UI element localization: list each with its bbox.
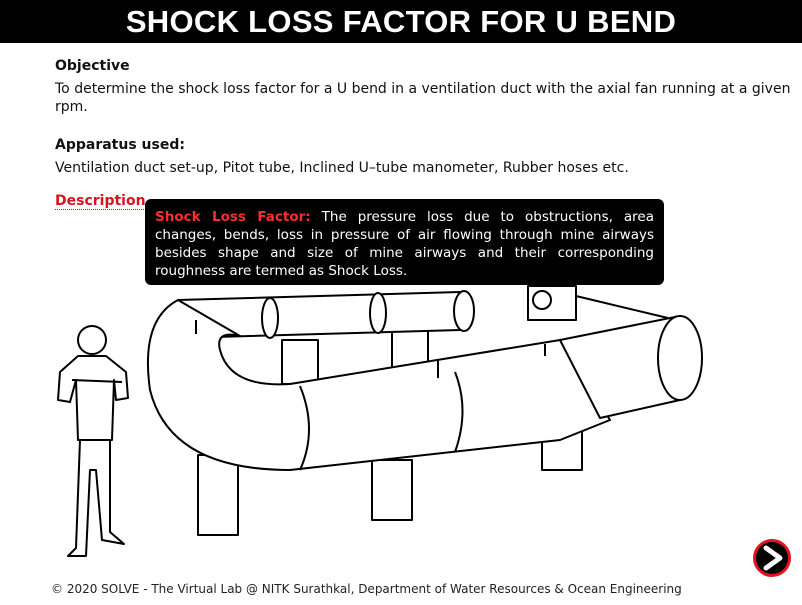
next-arrow-icon [751,537,793,579]
human-figure-icon [57,325,129,557]
description-link[interactable]: Description [55,193,146,210]
page-title: SHOCK LOSS FACTOR FOR U BEND [0,0,802,43]
apparatus-text: Ventilation duct set-up, Pitot tube, Inc… [55,160,629,176]
tooltip-term: Shock Loss Factor: [155,209,311,225]
next-button[interactable] [750,536,794,580]
apparatus-heading: Apparatus used: [55,137,185,153]
objective-heading: Objective [55,58,130,74]
shock-loss-tooltip: Shock Loss Factor: The pressure loss due… [145,199,664,285]
objective-text: To determine the shock loss factor for a… [55,81,791,115]
footer-copyright: © 2020 SOLVE - The Virtual Lab @ NITK Su… [51,582,682,596]
u-bend-duct-illustration [57,285,703,557]
